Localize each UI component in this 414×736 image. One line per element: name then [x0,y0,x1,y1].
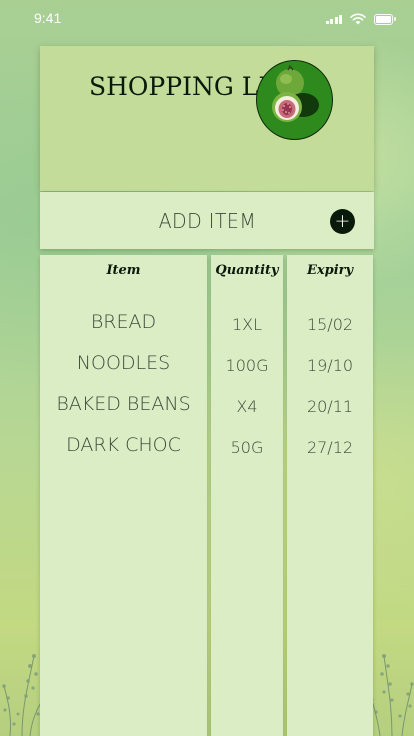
cellular-signal-icon [325,14,342,24]
add-item-label: ADD ITEM [158,209,256,233]
quantity-cell[interactable]: X4 [211,397,283,416]
status-time: 9:41 [34,10,62,26]
quantity-column: Quantity 1XL 100G X4 50G [211,255,283,736]
header-card: SHOPPING LIST [40,46,374,191]
item-cell[interactable]: BREAD [40,311,207,333]
item-cell[interactable]: BAKED BEANS [40,393,207,415]
battery-icon [374,13,396,25]
expiry-cell[interactable]: 19/10 [287,356,373,375]
wifi-icon [350,13,366,25]
item-column-header: Item [106,263,141,278]
expiry-column-header: Expiry [306,263,354,278]
add-item-button[interactable]: ADD ITEM + [40,192,374,249]
expiry-cell[interactable]: 15/02 [287,315,373,334]
quantity-cell[interactable]: 100G [211,356,283,375]
quantity-cell[interactable]: 1XL [211,315,283,334]
quantity-column-header: Quantity [215,263,279,278]
item-cell[interactable]: NOODLES [40,352,207,374]
item-column: Item BREAD NOODLES BAKED BEANS DARK CHOC [40,255,207,736]
fig-fruit-icon [256,60,333,140]
plant-right-decoration [370,654,414,736]
expiry-cell[interactable]: 20/11 [287,397,373,416]
status-icons [325,13,396,25]
expiry-cell[interactable]: 27/12 [287,438,373,457]
expiry-column: Expiry 15/02 19/10 20/11 27/12 [287,255,373,736]
status-bar: 9:41 [0,0,414,40]
plus-circle-icon[interactable]: + [330,209,355,234]
quantity-cell[interactable]: 50G [211,438,283,457]
item-cell[interactable]: DARK CHOC [40,434,207,456]
